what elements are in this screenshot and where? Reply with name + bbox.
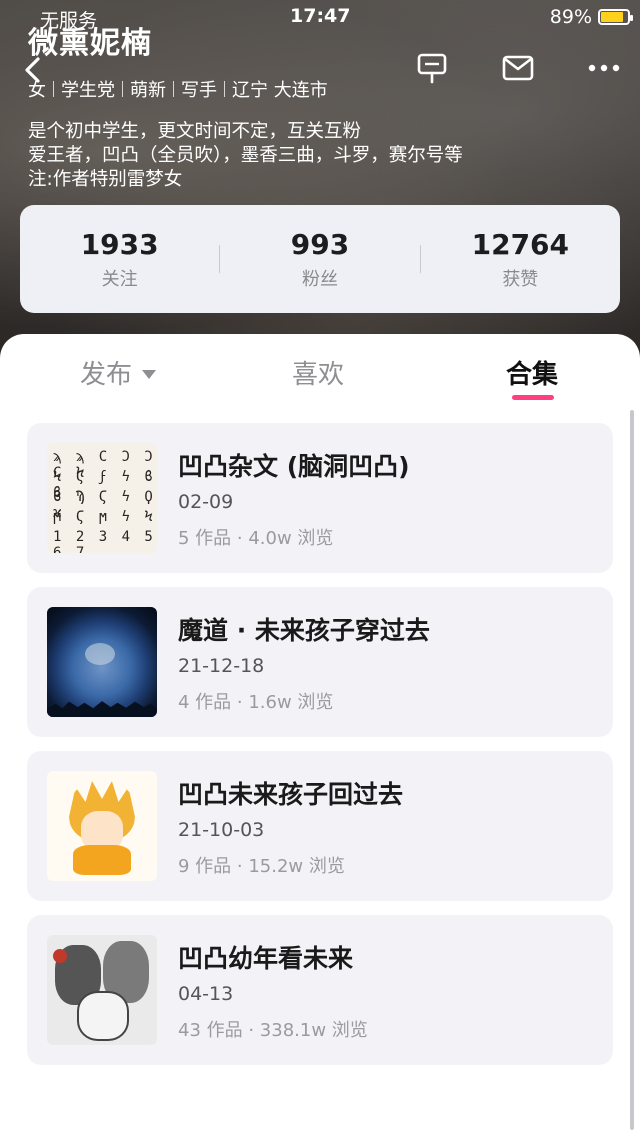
tab-label: 发布 [80,360,133,390]
stat-value: 1933 [80,227,159,261]
cover-glyphs: ϻ Ϛ ϻ ϟ Ϟ [53,509,156,525]
tag-gender: 女 [28,80,46,101]
battery-indicator: 89% [549,6,633,28]
profile-bio: 是个初中学生，更文时间不定，互关互粉 爱王者，凹凸（全员吹），墨香三曲，斗罗，赛… [28,120,463,192]
tag-level: 萌新 [130,80,166,101]
collection-title: 凹凸杂文 (脑洞凹凸) [178,452,410,481]
header-actions [414,50,622,86]
collection-cover-image: ϡ ϡ Ϲ Ͻ Ͻ Ϲ Ϟ Ϟ Ϛ ϝ ϟ ϐ ϐ ϐ Ϡ Ϛ ϟ Ϙ ϰ ϻ … [47,443,157,553]
status-bar: 无服务 17:47 89% [0,0,640,34]
profile-tags: 女 学生党 萌新 写手 辽宁 大连市 [28,76,335,102]
bio-line: 注:作者特别雷梦女 [28,169,183,190]
carrier-label: 无服务 [40,10,98,32]
collection-title: 魔道 · 未来孩子穿过去 [178,616,430,645]
stat-followers[interactable]: 993 粉丝 [220,228,419,291]
tag-role: 写手 [181,80,217,101]
stat-value: 12764 [471,227,570,261]
active-tab-indicator [512,395,554,400]
stat-value: 993 [290,227,350,261]
collection-list: ϡ ϡ Ϲ Ͻ Ͻ Ϲ Ϟ Ϟ Ϛ ϝ ϟ ϐ ϐ ϐ Ϡ Ϛ ϟ Ϙ ϰ ϻ … [27,423,613,1079]
collection-card[interactable]: 凹凸幼年看未来 04-13 43 作品 · 338.1w 浏览 [27,915,613,1065]
collection-cover-image [47,935,157,1045]
tag-identity: 学生党 [61,80,115,101]
collection-date: 02-09 [178,491,234,513]
bio-line: 是个初中学生，更文时间不定，互关互粉 [28,121,362,142]
stat-likes[interactable]: 12764 获赞 [421,228,620,291]
caret-down-icon [142,369,157,379]
stats-card: 1933 关注 993 粉丝 12764 获赞 [20,205,620,313]
tab-collection[interactable]: 合集 [506,354,558,391]
stat-label: 粉丝 [301,268,338,290]
signboard-icon[interactable] [414,50,450,86]
collection-meta: 43 作品 · 338.1w 浏览 [178,1020,368,1041]
stat-following[interactable]: 1933 关注 [20,228,219,291]
collection-title: 凹凸幼年看未来 [178,944,354,973]
bio-line: 爱王者，凹凸（全员吹），墨香三曲，斗罗，赛尔号等 [28,145,463,166]
tab-label: 喜欢 [292,360,345,390]
collection-title: 凹凸未来孩子回过去 [178,780,404,809]
tab-publish[interactable]: 发布 [80,354,157,391]
collection-date: 21-10-03 [178,819,265,841]
content-panel: 发布 喜欢 合集 ϡ ϡ Ϲ Ͻ Ͻ Ϲ Ϟ Ϟ Ϛ ϝ ϟ ϐ ϐ ϐ Ϡ Ϛ… [0,334,640,1139]
collection-date: 04-13 [178,983,234,1005]
collection-meta: 4 作品 · 1.6w 浏览 [178,692,334,713]
tab-bar: 发布 喜欢 合集 [0,334,640,409]
clock: 17:47 [290,5,351,27]
more-icon[interactable] [586,50,622,86]
collection-cover-image [47,771,157,881]
battery-percent: 89% [549,6,592,28]
message-icon[interactable] [500,50,536,86]
stat-label: 获赞 [502,268,539,290]
collection-card[interactable]: 魔道 · 未来孩子穿过去 21-12-18 4 作品 · 1.6w 浏览 [27,587,613,737]
stat-label: 关注 [101,268,138,290]
cover-glyphs: 1 2 3 4 5 6 7 [53,529,156,553]
collection-card[interactable]: ϡ ϡ Ϲ Ͻ Ͻ Ϲ Ϟ Ϟ Ϛ ϝ ϟ ϐ ϐ ϐ Ϡ Ϛ ϟ Ϙ ϰ ϻ … [27,423,613,573]
collection-meta: 9 作品 · 15.2w 浏览 [178,856,345,877]
collection-meta: 5 作品 · 4.0w 浏览 [178,528,334,549]
collection-date: 21-12-18 [178,655,265,677]
battery-icon [598,9,633,25]
collection-cover-image [47,607,157,717]
tag-location: 辽宁 大连市 [232,80,328,101]
tab-label: 合集 [506,360,559,390]
collection-card[interactable]: 凹凸未来孩子回过去 21-10-03 9 作品 · 15.2w 浏览 [27,751,613,901]
scrollbar[interactable] [630,410,634,1130]
tab-like[interactable]: 喜欢 [292,354,344,391]
